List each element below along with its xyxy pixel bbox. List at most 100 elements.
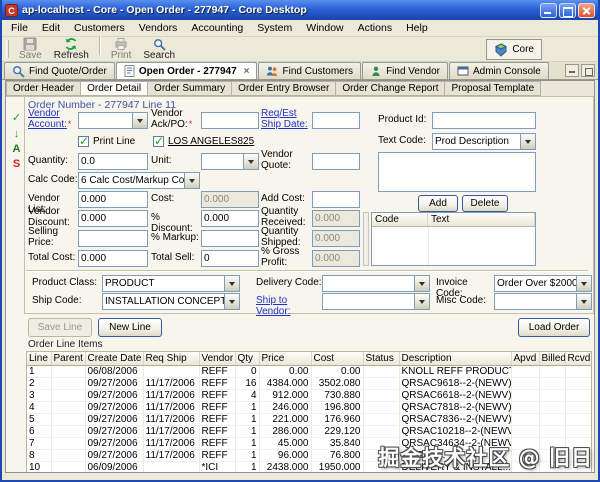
new-line-button[interactable]: New Line: [98, 318, 162, 337]
total-sell-input[interactable]: [201, 250, 259, 267]
column-header-price[interactable]: Price: [259, 352, 312, 366]
chevron-down-icon[interactable]: [520, 134, 535, 149]
invoice-code-combo[interactable]: Order Over $2000: [494, 275, 592, 292]
chevron-down-icon[interactable]: [224, 294, 239, 309]
chevron-down-icon[interactable]: [132, 113, 147, 128]
tab-admin-console[interactable]: Admin Console: [449, 62, 549, 79]
delivery-code-combo[interactable]: [322, 275, 430, 292]
chevron-down-icon[interactable]: [224, 276, 239, 291]
minimize-group-icon[interactable]: [565, 64, 579, 77]
close-button[interactable]: [578, 2, 595, 18]
column-header-line[interactable]: Line: [27, 352, 52, 366]
arrow-down-icon[interactable]: ↓: [10, 128, 23, 141]
core-badge[interactable]: Core: [486, 39, 542, 60]
chevron-down-icon[interactable]: [576, 276, 591, 291]
tab-find-customers[interactable]: Find Customers: [258, 62, 362, 79]
product-id-input[interactable]: [432, 112, 536, 129]
ship-to-vendor-combo[interactable]: [322, 293, 430, 310]
column-header-parent[interactable]: Parent: [51, 352, 86, 366]
menu-edit[interactable]: Edit: [35, 20, 67, 36]
maximize-button[interactable]: [559, 2, 576, 18]
menu-vendors[interactable]: Vendors: [132, 20, 185, 36]
delete-button[interactable]: Delete: [462, 195, 508, 212]
menu-actions[interactable]: Actions: [351, 20, 399, 36]
column-header-rcvd[interactable]: Rcvd: [565, 352, 591, 366]
tab-find-quote-order[interactable]: Find Quote/Order: [4, 62, 115, 79]
subtab-order-header[interactable]: Order Header: [6, 81, 82, 96]
pct-markup-input[interactable]: [201, 230, 259, 247]
total-cost-input[interactable]: [78, 250, 148, 267]
table-row[interactable]: 1 06/08/2006 REFF 0 0.00 0.00 KNOLL REFF PRODU…: [27, 365, 591, 378]
column-header-cost[interactable]: Cost: [311, 352, 364, 366]
vendor-list-input[interactable]: [78, 191, 148, 208]
menu-customers[interactable]: Customers: [67, 20, 132, 36]
vendor-quote-input[interactable]: [312, 153, 360, 170]
table-row[interactable]: 3 09/27/2006 11/17/2006 REFF 4 912.000 730.880…: [27, 389, 591, 402]
text-code-combo[interactable]: Prod Description: [432, 133, 536, 150]
table-row[interactable]: 2 09/27/2006 11/17/2006 REFF 16 4384.000 3502.…: [27, 377, 591, 390]
req-est-ship-date-link[interactable]: Req/Est Ship Date:: [261, 108, 308, 130]
table-row[interactable]: 7 09/27/2006 11/17/2006 REFF 1 45.000 35.840 QR…: [27, 437, 591, 450]
check-icon[interactable]: ✓: [10, 112, 23, 125]
table-row[interactable]: 5 09/27/2006 11/17/2006 REFF 1 221.000 176.960…: [27, 413, 591, 426]
add-cost-input[interactable]: [312, 191, 360, 208]
column-header-vendor[interactable]: Vendor: [199, 352, 236, 366]
vendor-ack-po-input[interactable]: [201, 112, 259, 129]
ship-to-vendor-link[interactable]: Ship to Vendor:: [256, 295, 290, 317]
subtab-order-change-report[interactable]: Order Change Report: [336, 81, 446, 96]
pct-discount-input[interactable]: [201, 210, 259, 227]
subtab-proposal-template[interactable]: Proposal Template: [445, 81, 542, 96]
req-est-ship-date-input[interactable]: [312, 112, 360, 129]
menu-file[interactable]: File: [4, 20, 35, 36]
vendor-account-combo[interactable]: [78, 112, 148, 129]
close-icon[interactable]: ×: [244, 66, 250, 77]
table-row[interactable]: 8 09/27/2006 11/17/2006 REFF 1 96.000 76.800 QR…: [27, 449, 591, 462]
vendor-account-link[interactable]: Vendor Account:: [28, 108, 67, 130]
print-line-checkbox[interactable]: Print Line: [78, 134, 135, 148]
refresh-button[interactable]: Refresh: [48, 36, 95, 62]
menu-accounting[interactable]: Accounting: [184, 20, 250, 36]
column-header-description[interactable]: Description: [399, 352, 512, 366]
product-class-combo[interactable]: PRODUCT: [102, 275, 240, 292]
tab-find-vendor[interactable]: Find Vendor: [362, 62, 448, 79]
unit-combo[interactable]: [201, 153, 259, 170]
calc-code-combo[interactable]: 6 Calc Cost/Markup Cost: [78, 172, 200, 189]
menu-window[interactable]: Window: [299, 20, 350, 36]
ship-code-combo[interactable]: INSTALLATION CONCEPTS: [102, 293, 240, 310]
add-button[interactable]: Add: [418, 195, 458, 212]
column-header-qty[interactable]: Qty: [235, 352, 260, 366]
chevron-down-icon[interactable]: [243, 154, 258, 169]
menu-help[interactable]: Help: [399, 20, 435, 36]
chevron-down-icon[interactable]: [414, 276, 429, 291]
ship-location-checkbox[interactable]: LOS ANGELES825: [153, 134, 254, 148]
table-row[interactable]: 10 06/09/2006 *ICI 1 2438.000 1950.000 DELIVER…: [27, 461, 591, 472]
subtab-order-detail[interactable]: Order Detail: [81, 81, 149, 96]
column-header-billed[interactable]: Billed: [539, 352, 566, 366]
chevron-down-icon[interactable]: [414, 294, 429, 309]
load-order-button[interactable]: Load Order: [518, 318, 590, 337]
minimize-button[interactable]: [540, 2, 557, 18]
title-bar[interactable]: C ap-localhost - Core - Open Order - 277…: [2, 0, 598, 20]
product-description-textarea[interactable]: [378, 152, 536, 192]
column-header-req-ship[interactable]: Req Ship: [143, 352, 200, 366]
code-table-scrollbar[interactable]: [363, 212, 369, 266]
column-header-apvd[interactable]: Apvd: [511, 352, 540, 366]
letter-s-icon[interactable]: S: [10, 158, 23, 171]
search-button[interactable]: Search: [137, 36, 181, 62]
column-header-status[interactable]: Status: [363, 352, 400, 366]
misc-code-combo[interactable]: [494, 293, 592, 310]
letter-a-icon[interactable]: A: [10, 143, 23, 156]
subtab-order-summary[interactable]: Order Summary: [148, 81, 233, 96]
tab-open-order-277947[interactable]: Open Order - 277947 ×: [115, 62, 258, 79]
maximize-group-icon[interactable]: [581, 64, 595, 77]
chevron-down-icon[interactable]: [576, 294, 591, 309]
table-row[interactable]: 4 09/27/2006 11/17/2006 REFF 1 246.000 196.800…: [27, 401, 591, 414]
chevron-down-icon[interactable]: [184, 173, 199, 188]
selling-price-input[interactable]: [78, 230, 148, 247]
subtab-order-entry-browser[interactable]: Order Entry Browser: [232, 81, 337, 96]
menu-system[interactable]: System: [250, 20, 299, 36]
quantity-input[interactable]: [78, 153, 148, 170]
column-header-create-date[interactable]: Create Date: [85, 352, 144, 366]
table-row[interactable]: 6 09/27/2006 11/17/2006 REFF 1 286.000 229.120…: [27, 425, 591, 438]
vendor-discount-input[interactable]: [78, 210, 148, 227]
